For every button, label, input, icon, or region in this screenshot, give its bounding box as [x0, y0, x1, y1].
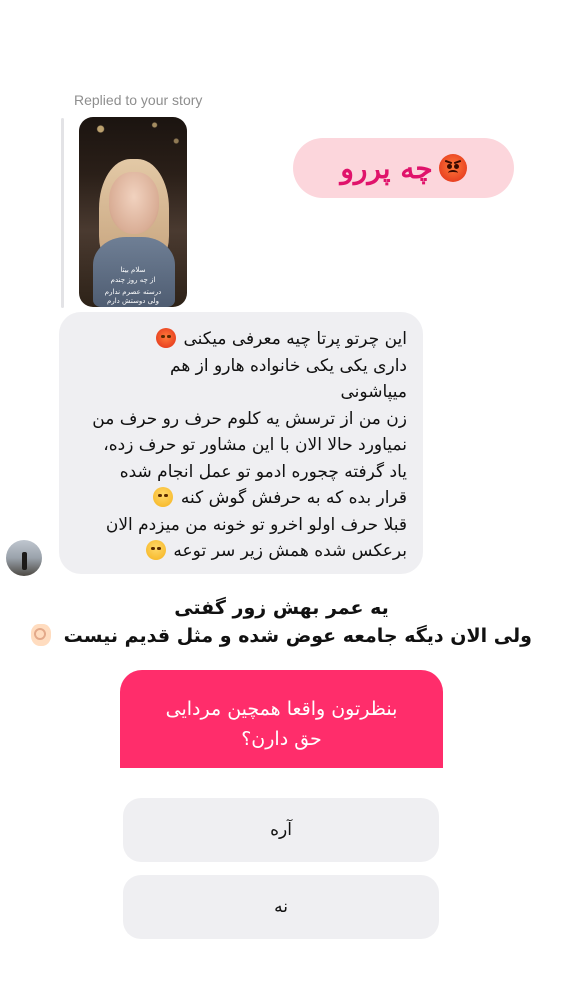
- poll-option-yes[interactable]: آره: [123, 798, 439, 862]
- reaction-sticker: چه پررو: [293, 138, 514, 198]
- angry-face-icon: [156, 328, 177, 348]
- message-line: داری یکی یکی خانواده هارو از هم: [170, 355, 407, 376]
- poll-option-no[interactable]: نه: [123, 875, 439, 939]
- poll-question-line: بنظرتون واقعا همچین مردایی: [165, 698, 398, 720]
- story-caption-line: سلام بیتا: [120, 266, 146, 274]
- story-person-face: [109, 172, 159, 234]
- message-line: برعکس شده همش زیر سر توعه: [75, 538, 407, 565]
- poll-question-card: بنظرتون واقعا همچین مردایی حق دارن؟: [120, 670, 443, 768]
- overlay-caption-line2: ولی الان دیگه جامعه عوض شده و مثل قدیم ن…: [20, 624, 543, 647]
- angry-face-icon: [438, 154, 467, 182]
- story-caption-line: از چه روز چندم: [110, 276, 156, 284]
- overlay-caption-line1: یه عمر بهش زور گفتی: [174, 597, 389, 619]
- message-line: این چرتو پرتا چیه معرفی میکنی: [75, 326, 407, 353]
- message-line: میپاشونی: [340, 382, 407, 402]
- message-line: زن من از ترسش یه کلوم حرف رو حرف من: [92, 408, 407, 429]
- ok-hand-icon: [31, 624, 52, 646]
- message-line: قبلا حرف اولو اخرو تو خونه من میزدم الان: [105, 514, 407, 535]
- replied-to-story-label: Replied to your story: [74, 92, 203, 108]
- poll-question-line: حق دارن؟: [241, 728, 322, 750]
- sender-avatar[interactable]: [6, 540, 42, 576]
- sticker-text: چه پررو: [340, 151, 433, 185]
- smirking-face-icon: [146, 540, 166, 560]
- message-line: نمیاورد حالا الان با این مشاور تو حرف زد…: [103, 435, 407, 455]
- story-thumbnail[interactable]: سلام بیتا از چه روز چندم درسته عصرم ندار…: [79, 117, 187, 307]
- background-lights: [79, 117, 187, 157]
- unamused-face-icon: [153, 487, 174, 507]
- reply-indicator-bar: [61, 118, 64, 308]
- story-caption-line: ولی دوستش دارم: [107, 297, 159, 305]
- message-line: قرار بده که به حرفش گوش کنه: [75, 485, 407, 512]
- message-bubble[interactable]: این چرتو پرتا چیه معرفی میکنی داری یکی ی…: [59, 312, 423, 574]
- message-line: یاد گرفته چجوره ادمو تو عمل انجام شده: [119, 461, 407, 482]
